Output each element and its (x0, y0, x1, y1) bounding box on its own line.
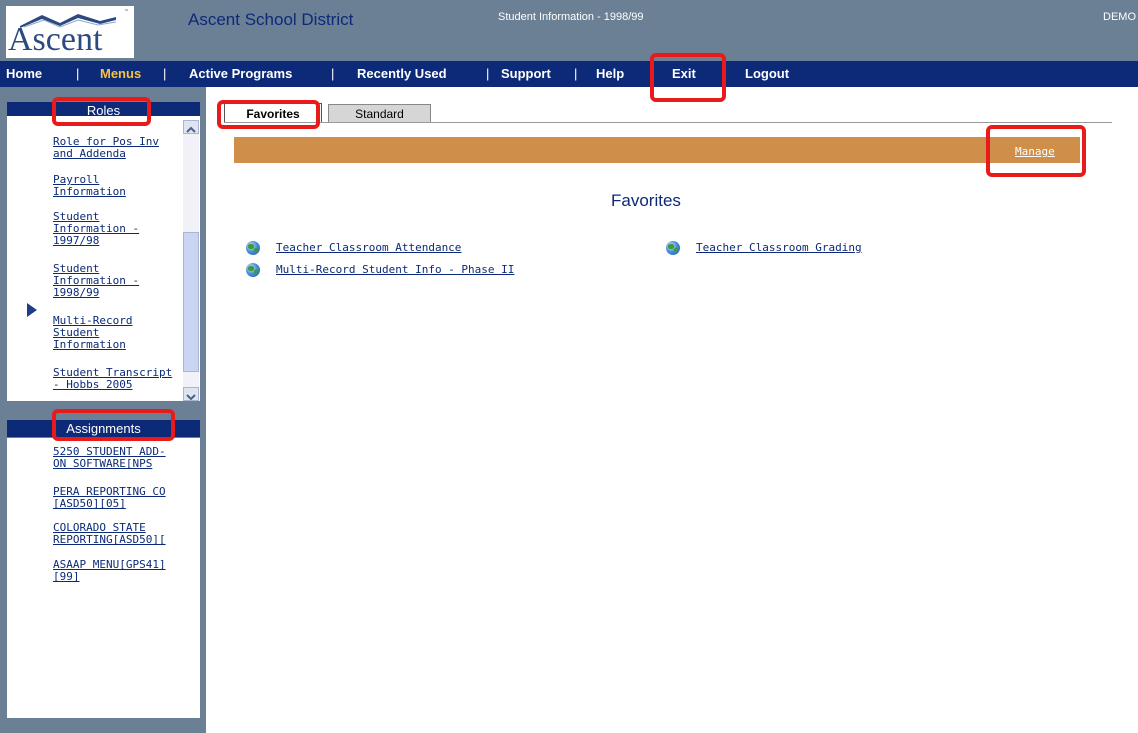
current-role-label: Student Information - 1998/99 (498, 11, 644, 23)
highlight-favorites-tab (217, 100, 320, 129)
highlight-manage (986, 125, 1086, 177)
role-item-student-info-1997[interactable]: Student Information - 1997/98 (53, 211, 139, 247)
globe-icon (666, 241, 680, 255)
tab-divider (224, 122, 1112, 123)
scroll-down-button[interactable] (183, 387, 199, 401)
favorites-toolbar (234, 137, 1080, 163)
current-role-arrow-icon (27, 303, 37, 317)
trademark-mark: ™ (124, 9, 129, 15)
nav-support[interactable]: Support (501, 61, 551, 87)
globe-icon (246, 263, 260, 277)
chevron-up-icon (186, 126, 196, 133)
role-item-payroll[interactable]: Payroll Information (53, 174, 126, 198)
nav-separator: | (163, 66, 167, 81)
district-name: Ascent School District (188, 10, 354, 29)
globe-icon (246, 241, 260, 255)
roles-list: Role for Pos Inv and Addenda Payroll Inf… (7, 116, 200, 401)
role-item-pos-inv[interactable]: Role for Pos Inv and Addenda (53, 136, 159, 160)
nav-separator: | (574, 66, 578, 81)
assignment-item-5250[interactable]: 5250 STUDENT ADD- ON SOFTWARE[NPS (53, 446, 166, 470)
logo-text: Ascent (8, 21, 103, 58)
nav-separator: | (76, 66, 80, 81)
scroll-up-button[interactable] (183, 120, 199, 134)
assignment-item-colorado[interactable]: COLORADO STATE REPORTING[ASD50][ (53, 522, 166, 546)
tab-standard[interactable]: Standard (328, 104, 431, 122)
assignment-item-pera[interactable]: PERA REPORTING CO [ASD50][05] (53, 486, 166, 510)
highlight-assignments (52, 409, 175, 441)
app-header: Ascent ™ Ascent School District Student … (0, 0, 1138, 61)
nav-home[interactable]: Home (6, 61, 42, 87)
nav-logout[interactable]: Logout (745, 61, 789, 87)
scroll-thumb[interactable] (183, 232, 199, 372)
assignments-list: 5250 STUDENT ADD- ON SOFTWARE[NPS PERA R… (7, 438, 200, 718)
favorite-link-multi-record[interactable]: Multi-Record Student Info - Phase II (276, 263, 514, 276)
nav-active-programs[interactable]: Active Programs (189, 61, 292, 87)
main-nav-bar: Home | Menus | Active Programs | Recentl… (0, 61, 1138, 87)
highlight-roles (52, 97, 151, 126)
nav-separator: | (331, 66, 335, 81)
page-title: Favorites (611, 191, 681, 210)
highlight-exit (650, 53, 726, 102)
ascent-logo[interactable]: Ascent ™ (6, 6, 134, 58)
role-item-transcript[interactable]: Student Transcript - Hobbs 2005 (53, 367, 172, 391)
favorite-link-grading[interactable]: Teacher Classroom Grading (696, 241, 862, 254)
nav-help[interactable]: Help (596, 61, 624, 87)
roles-scrollbar[interactable] (183, 120, 199, 401)
nav-separator: | (486, 66, 490, 81)
nav-recently-used[interactable]: Recently Used (357, 61, 447, 87)
user-name: DEMO (1103, 11, 1136, 23)
assignment-item-asaap[interactable]: ASAAP MENU[GPS41] [99] (53, 559, 166, 583)
role-item-multi-record[interactable]: Multi-Record Student Information (53, 315, 132, 351)
nav-menus[interactable]: Menus (100, 61, 141, 87)
role-item-student-info-1998[interactable]: Student Information - 1998/99 (53, 263, 139, 299)
chevron-down-icon (186, 394, 196, 401)
favorite-link-attendance[interactable]: Teacher Classroom Attendance (276, 241, 461, 254)
